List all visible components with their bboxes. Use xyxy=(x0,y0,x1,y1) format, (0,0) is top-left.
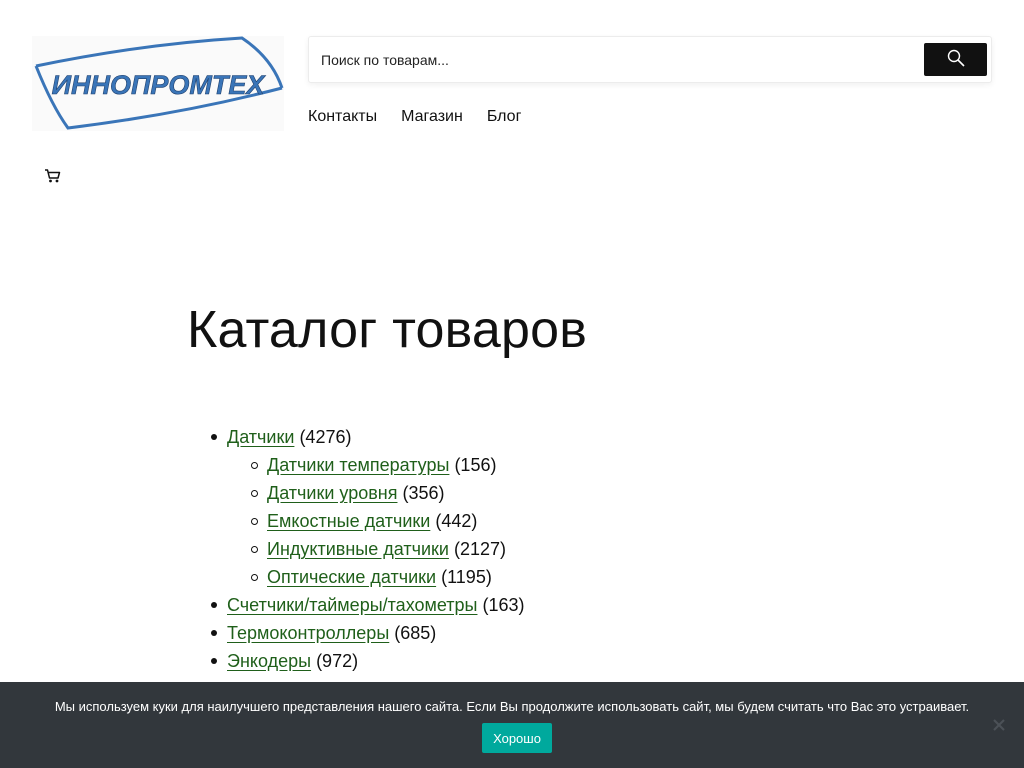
category-item: Термоконтроллеры (685) xyxy=(187,619,807,647)
subcategory-count: (442) xyxy=(435,511,478,531)
subcategory-item: Оптические датчики (1195) xyxy=(227,563,807,591)
category-item: Счетчики/таймеры/тахометры (163) xyxy=(187,591,807,619)
cookie-accept-button[interactable]: Хорошо xyxy=(482,723,552,753)
subcategory-link-capacitive[interactable]: Емкостные датчики xyxy=(267,511,430,531)
category-link-sensors[interactable]: Датчики xyxy=(227,427,294,447)
subcategory-link-temperature[interactable]: Датчики температуры xyxy=(267,455,449,475)
subcategory-item: Датчики уровня (356) xyxy=(227,479,807,507)
page: ИННОПРОМТЕХ Контакты Магазин Блог Катало… xyxy=(0,0,1024,768)
subcategory-item: Емкостные датчики (442) xyxy=(227,507,807,535)
subcategory-count: (2127) xyxy=(453,539,506,559)
search-bar xyxy=(308,36,992,83)
main-nav: Контакты Магазин Блог xyxy=(308,108,521,130)
nav-item-shop[interactable]: Магазин xyxy=(401,108,463,130)
search-input[interactable] xyxy=(321,49,911,71)
category-count: (685) xyxy=(394,623,437,643)
category-link-counters[interactable]: Счетчики/таймеры/тахометры xyxy=(227,595,477,615)
search-icon xyxy=(947,49,965,70)
category-list: Датчики (4276) Датчики температуры (156)… xyxy=(187,423,807,675)
category-item: Датчики (4276) Датчики температуры (156)… xyxy=(187,423,807,591)
category-link-thermocontrollers[interactable]: Термоконтроллеры xyxy=(227,623,389,643)
cookie-banner: Мы используем куки для наилучшего предст… xyxy=(0,682,1024,768)
category-count: (163) xyxy=(482,595,525,615)
subcategory-item: Датчики температуры (156) xyxy=(227,451,807,479)
category-link-encoders[interactable]: Энкодеры xyxy=(227,651,311,671)
page-title: Каталог товаров xyxy=(187,301,588,359)
subcategory-count: (1195) xyxy=(441,567,492,587)
site-logo[interactable]: ИННОПРОМТЕХ xyxy=(32,36,284,131)
subcategory-count: (156) xyxy=(454,455,497,475)
subcategory-link-level[interactable]: Датчики уровня xyxy=(267,483,397,503)
logo-text: ИННОПРОМТЕХ xyxy=(52,70,267,100)
subcategory-list: Датчики температуры (156) Датчики уровня… xyxy=(227,451,807,591)
subcategory-count: (356) xyxy=(402,483,445,503)
nav-item-blog[interactable]: Блог xyxy=(487,108,522,130)
subcategory-item: Индуктивные датчики (2127) xyxy=(227,535,807,563)
subcategory-link-inductive[interactable]: Индуктивные датчики xyxy=(267,539,449,559)
close-icon[interactable] xyxy=(990,716,1008,734)
subcategory-link-optical[interactable]: Оптические датчики xyxy=(267,567,436,587)
category-count: (4276) xyxy=(299,427,352,447)
nav-item-contacts[interactable]: Контакты xyxy=(308,108,377,130)
cookie-notice-text: Мы используем куки для наилучшего предст… xyxy=(54,699,970,714)
search-button[interactable] xyxy=(924,43,987,76)
category-count: (972) xyxy=(316,651,359,671)
category-item: Энкодеры (972) xyxy=(187,647,807,675)
cart-icon[interactable] xyxy=(44,168,61,184)
